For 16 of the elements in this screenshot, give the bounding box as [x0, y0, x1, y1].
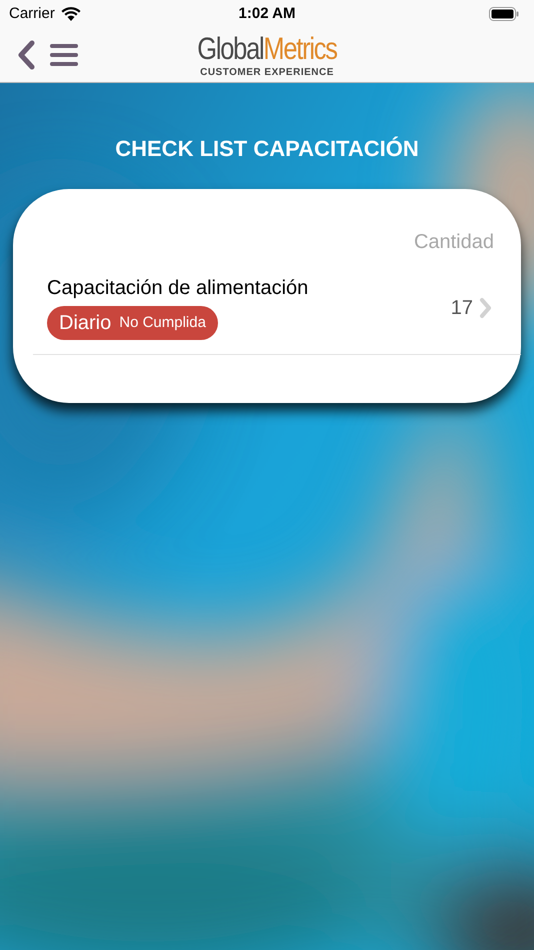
item-name: Capacitación de alimentación [47, 276, 310, 301]
chevron-left-icon [16, 40, 36, 70]
status-label: No Cumplida [119, 312, 206, 333]
column-header: Cantidad [414, 230, 494, 255]
wifi-icon [60, 7, 81, 21]
logo-tagline: CUSTOMER EXPERIENCE [200, 67, 334, 79]
clock-time: 1:02 AM [238, 4, 296, 24]
page-title: CHECK LIST CAPACITACIÓN [115, 135, 419, 163]
carrier-name: Carrier [9, 4, 55, 24]
frequency-label: Diario [59, 311, 112, 336]
item-count: 17 [450, 296, 473, 320]
menu-icon [50, 43, 78, 67]
logo-wordmark: GlobalMetrics [197, 31, 337, 67]
chevron-right-icon [479, 296, 493, 318]
list-row[interactable]: Capacitación de alimentación Diario No Cumplida 17 [33, 275, 521, 355]
battery-icon [489, 7, 519, 21]
